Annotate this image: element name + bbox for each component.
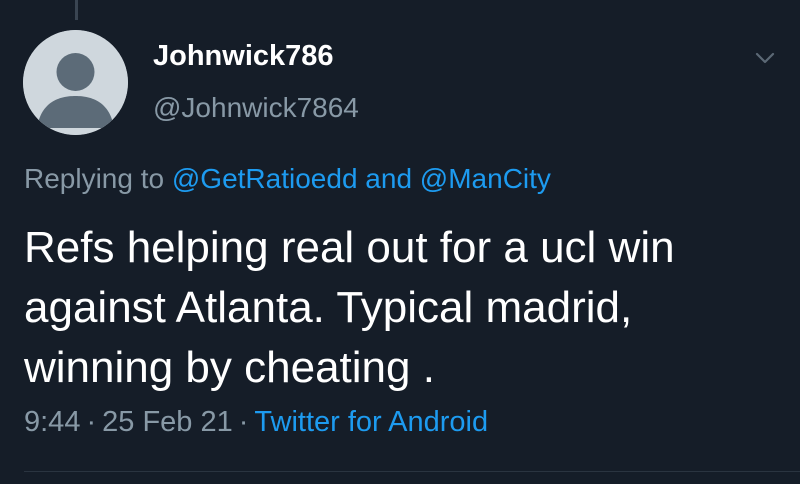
chevron-down-icon[interactable]	[754, 50, 776, 66]
mention-link[interactable]: @ManCity	[420, 163, 551, 194]
thread-connector-line	[75, 0, 78, 20]
tweet-source-link[interactable]: Twitter for Android	[254, 406, 488, 438]
avatar[interactable]	[23, 30, 128, 135]
tweet-date[interactable]: 25 Feb 21	[102, 406, 233, 438]
tweet-text-line: winning by cheating .	[24, 343, 435, 392]
tweet-metadata: 9:44 · 25 Feb 21 · Twitter for Android	[24, 406, 488, 439]
default-avatar-icon	[23, 30, 128, 135]
divider	[24, 471, 800, 472]
replying-to-label: Replying to	[24, 163, 165, 194]
meta-separator: ·	[238, 406, 249, 438]
author-display-name[interactable]: Johnwick786	[153, 40, 334, 73]
mention-conjunction[interactable]: and	[365, 163, 412, 194]
author-handle[interactable]: @Johnwick7864	[153, 92, 359, 124]
mention-link[interactable]: @GetRatioedd	[172, 163, 358, 194]
tweet-text-line: Refs helping real out for a ucl win	[24, 223, 675, 272]
tweet-text: Refs helping real out for a ucl win agai…	[24, 218, 784, 398]
replying-to-line: Replying to @GetRatioedd and @ManCity	[24, 163, 551, 195]
meta-separator: ·	[86, 406, 97, 438]
tweet-time[interactable]: 9:44	[24, 406, 80, 438]
tweet-text-line: against Atlanta. Typical madrid,	[24, 283, 633, 332]
